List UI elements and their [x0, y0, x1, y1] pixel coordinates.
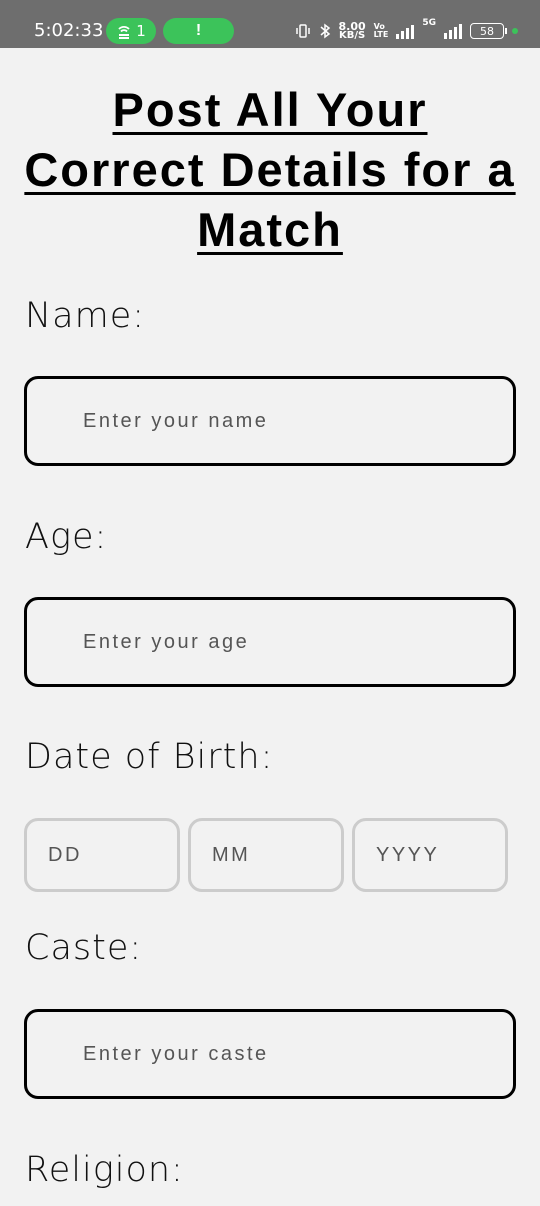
caste-label: Caste: [25, 928, 143, 968]
dob-year-field[interactable] [352, 818, 508, 892]
age-label: Age: [25, 517, 108, 557]
status-time: 5:02:33 [34, 20, 104, 41]
dob-year-input[interactable] [355, 821, 505, 889]
hotspot-chip[interactable]: 1 [106, 18, 156, 44]
battery-level: 58 [480, 24, 494, 38]
signal-icon [396, 23, 415, 39]
volte-indicator: Vo LTE [374, 23, 389, 39]
signal-icon-2 [444, 23, 462, 39]
hotspot-icon [118, 26, 130, 39]
caste-input[interactable] [27, 1012, 513, 1096]
vibrate-icon [295, 24, 310, 38]
age-input[interactable] [27, 600, 513, 684]
name-input[interactable] [27, 379, 513, 463]
volte-bottom: LTE [373, 30, 389, 39]
hotspot-count: 1 [136, 22, 146, 40]
speed-unit: KB/S [338, 30, 366, 41]
dob-day-input[interactable] [27, 821, 177, 889]
dob-month-input[interactable] [191, 821, 341, 889]
network-type: 5G [422, 18, 436, 28]
status-indicators: 8.00 KB/S Vo LTE 5G 58 [295, 18, 518, 44]
privacy-dot [512, 28, 518, 34]
status-bar: 5:02:33 1 ! 8.00 KB/S Vo LTE 5G 58 [0, 0, 540, 48]
dob-month-field[interactable] [188, 818, 344, 892]
alert-chip[interactable]: ! [163, 18, 234, 44]
dob-day-field[interactable] [24, 818, 180, 892]
alert-icon: ! [195, 22, 202, 39]
network-speed: 8.00 KB/S [338, 21, 366, 41]
age-field[interactable] [24, 597, 516, 687]
bluetooth-icon [320, 23, 330, 39]
name-label: Name: [25, 296, 146, 336]
name-field[interactable] [24, 376, 516, 466]
dob-label: Date of Birth: [25, 737, 274, 777]
battery-icon: 58 [470, 23, 507, 39]
caste-field[interactable] [24, 1009, 516, 1099]
page-title: Post All Your Correct Details for a Matc… [24, 83, 516, 256]
religion-label: Religion: [25, 1150, 184, 1190]
